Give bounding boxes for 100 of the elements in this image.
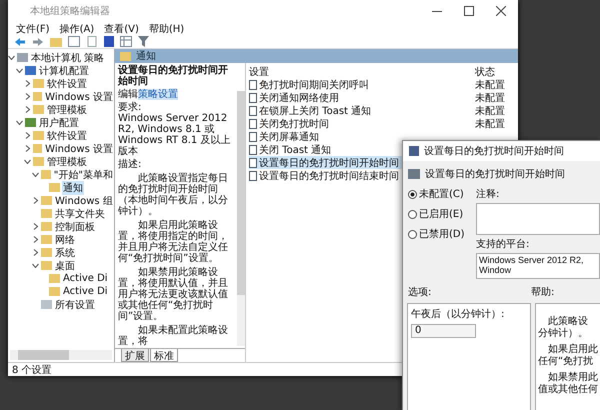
dialog-heading: 设置每日的免打扰时间开始时间 — [425, 168, 565, 181]
help-text: 分钟计）。 — [538, 328, 589, 340]
tree-item[interactable]: 用户配置 — [38, 116, 80, 130]
tree-item[interactable]: 计算机配置 — [38, 64, 90, 78]
radio-option[interactable]: 已启用(E) — [408, 207, 472, 221]
edit-policy-link[interactable]: 策略设置 — [138, 89, 178, 100]
help-text: 如果启用此 — [547, 344, 599, 356]
expander-icon[interactable] — [24, 93, 31, 100]
tree-item[interactable]: 管理模板 — [46, 154, 88, 168]
view-tab[interactable]: 扩展 — [121, 349, 149, 362]
window-title: 本地组策略编辑器 — [30, 4, 111, 18]
tree-item[interactable]: 本地计算机 策略 — [30, 50, 106, 64]
folder-icon — [33, 105, 44, 114]
comment-field[interactable] — [476, 203, 600, 235]
expander-icon[interactable] — [24, 106, 31, 113]
minutes-spinbox[interactable]: 0 — [411, 324, 476, 338]
description-paragraph: 此策略设置指定每日的免打扰时间开始时间（本地时间午夜后，以分钟计）。 — [118, 173, 229, 217]
setting-row[interactable]: 关闭屏幕通知 — [249, 130, 515, 143]
tree-item[interactable]: Active Di — [62, 273, 109, 284]
tree-item[interactable]: 控制面板 — [54, 220, 96, 234]
header-title: 通知 — [136, 50, 156, 63]
column-header[interactable]: 设置 — [249, 64, 473, 78]
menu-item[interactable]: 查看(V) — [104, 22, 139, 35]
expander-icon[interactable] — [32, 262, 39, 269]
folder-icon — [120, 52, 131, 60]
tree-item[interactable]: 所有设置 — [54, 298, 96, 312]
folder-icon — [49, 287, 60, 296]
help-text: 此策略设 — [547, 316, 589, 328]
menu-item[interactable]: 操作(A) — [60, 22, 94, 35]
tree-item[interactable]: 管理模板 — [46, 102, 88, 116]
expander-icon[interactable] — [32, 171, 39, 178]
comment-label: 注释: — [476, 188, 500, 201]
setting-row[interactable]: 关闭通知网络使用 未配置 — [249, 91, 515, 104]
folder-icon — [41, 235, 52, 244]
vertical-scrollbar[interactable] — [237, 91, 245, 346]
expander-icon[interactable] — [32, 223, 39, 230]
tree-item[interactable]: "开始"菜单和 — [52, 168, 114, 182]
folder-icon — [33, 79, 44, 88]
forward-arrow-icon[interactable] — [32, 36, 44, 46]
expander-icon[interactable] — [24, 145, 31, 152]
help-label: 帮助: — [531, 286, 554, 299]
folder-icon — [41, 196, 52, 205]
expander-icon[interactable] — [8, 54, 15, 61]
tree-item[interactable]: Windows 设置 — [44, 142, 114, 156]
platform-field: Windows Server 2012 R2, Window — [476, 253, 600, 279]
description-paragraph: 如果禁用此策略设置，将使用默认值，并且用户将无法更改该默认值或其他任何“免打扰时间”设置。 — [118, 267, 229, 322]
tree-item[interactable]: 系统 — [54, 246, 76, 260]
tree-item[interactable]: Windows 设置 — [44, 90, 114, 104]
folder-icon — [49, 274, 60, 283]
expander-icon[interactable] — [32, 249, 39, 256]
folder-icon — [41, 261, 52, 270]
view-tab[interactable]: 标准 — [150, 349, 178, 362]
expander-icon[interactable] — [24, 158, 31, 165]
tree-item[interactable]: 软件设置 — [46, 76, 88, 90]
description-label: 描述: — [118, 159, 142, 170]
folder-icon — [33, 144, 42, 153]
expander-icon[interactable] — [16, 67, 23, 74]
setting-row[interactable]: 免打扰时间期间关闭呼叫 未配置 — [249, 78, 515, 91]
tree-item[interactable]: 共享文件夹 — [54, 206, 106, 220]
tree-item[interactable]: Active Di — [62, 286, 109, 297]
folder-icon — [41, 170, 51, 179]
folder-icon — [41, 222, 52, 231]
menu-item[interactable]: 帮助(H) — [148, 22, 184, 35]
description-paragraph: 如果未配置此策略设置，将 — [118, 325, 229, 347]
radio-option[interactable]: 未配置(C) — [408, 187, 472, 201]
help-text: 如果禁用此 — [547, 372, 599, 384]
options-label: 选项: — [408, 286, 432, 299]
back-arrow-icon[interactable] — [14, 36, 26, 46]
table-icon[interactable] — [120, 36, 132, 47]
tree-item[interactable]: 桌面 — [54, 258, 76, 272]
setting-row[interactable]: 关闭免打扰时间 未配置 — [249, 117, 515, 130]
folder-icon — [41, 248, 52, 257]
option-label: 午夜后（以分钟计）: — [411, 308, 504, 321]
expander-icon[interactable] — [24, 80, 31, 87]
tree-item[interactable]: Windows 组 — [54, 194, 114, 208]
folder-icon — [33, 131, 44, 140]
menu-item[interactable]: 文件(F) — [16, 22, 50, 35]
requirements-text: Windows Server 2012 R2, Windows 8.1 或 Windows RT 8.1 及以上版本 — [118, 113, 232, 157]
filter-icon[interactable] — [138, 36, 149, 47]
column-header[interactable]: 状态 — [475, 64, 515, 78]
radio-option[interactable]: 已禁用(D) — [408, 227, 472, 241]
close-icon[interactable] — [496, 6, 506, 16]
expander-icon[interactable] — [16, 119, 23, 126]
help-text: 值或其他任何 — [538, 384, 599, 396]
tree-item[interactable]: 网络 — [54, 232, 76, 246]
requirements-label: 要求: — [118, 102, 142, 113]
expander-icon[interactable] — [24, 132, 31, 139]
setting-title: 设置每日的免打扰时间开始时间 — [118, 65, 229, 87]
folder-icon — [33, 92, 42, 101]
window-icon[interactable] — [68, 36, 80, 47]
expander-icon[interactable] — [32, 197, 39, 204]
dialog-title: 设置每日的免打扰时间开始时间 — [424, 144, 564, 158]
maximize-icon[interactable] — [464, 6, 474, 16]
setting-row[interactable]: 在锁屏上关闭 Toast 通知 未配置 — [249, 104, 515, 117]
edit-label: 编辑 — [118, 89, 138, 100]
horizontal-scrollbar[interactable] — [10, 350, 112, 360]
tree-item[interactable]: 软件设置 — [46, 128, 88, 142]
folder-icon — [41, 209, 52, 218]
expander-icon[interactable] — [32, 236, 39, 243]
tree-item[interactable]: 通知 — [62, 180, 84, 194]
